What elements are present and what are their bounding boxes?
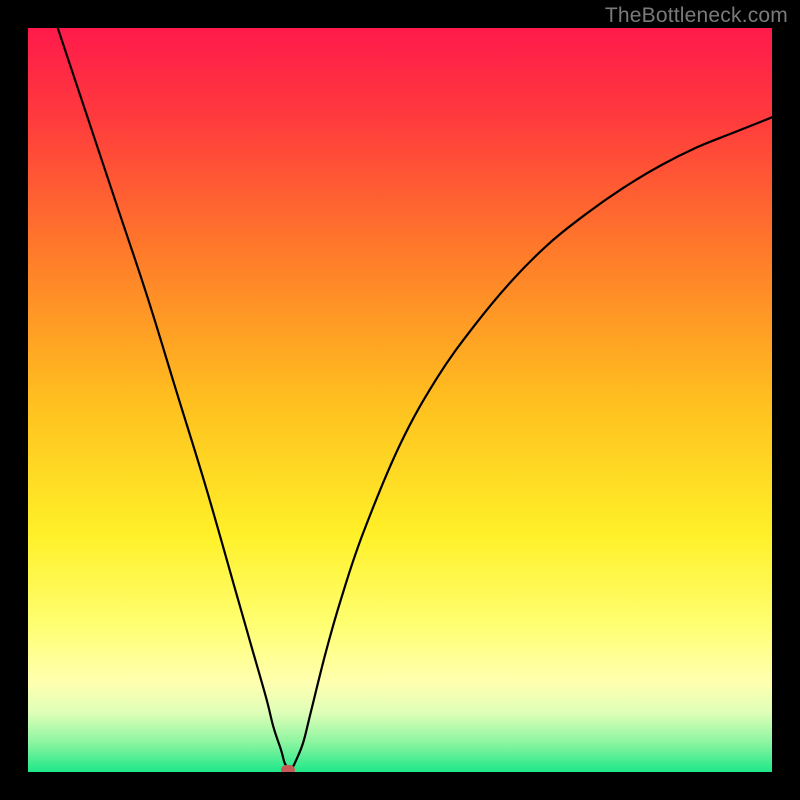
minimum-marker (281, 765, 295, 772)
watermark-text: TheBottleneck.com (605, 4, 788, 28)
plot-area (28, 28, 772, 772)
bottleneck-curve (28, 28, 772, 772)
chart-frame: TheBottleneck.com (0, 0, 800, 800)
